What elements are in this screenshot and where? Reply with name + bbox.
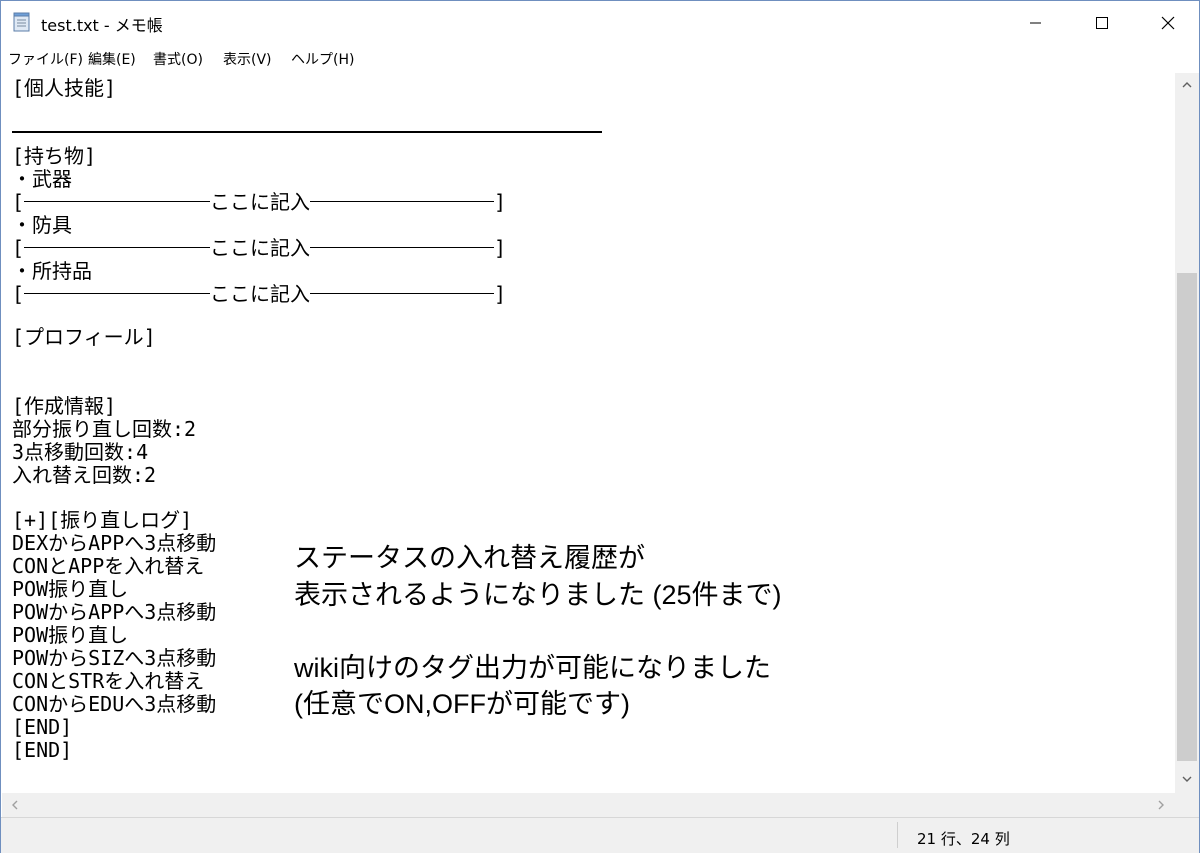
bracket-close: ] xyxy=(494,236,507,260)
dash-line xyxy=(24,201,211,202)
menu-help[interactable]: ヘルプ(H) xyxy=(291,49,354,69)
menu-format[interactable]: 書式(O) xyxy=(153,49,203,69)
window-title: test.txt - メモ帳 xyxy=(41,16,163,35)
text-line: DEXからAPPへ3点移動 xyxy=(12,531,217,555)
maximize-button[interactable] xyxy=(1069,1,1135,45)
text-line: POWからAPPへ3点移動 xyxy=(12,600,217,624)
status-divider xyxy=(897,822,898,848)
text-line-entry: [ ここに記入] xyxy=(12,283,506,306)
menu-bar: ファイル(F) 編集(E) 書式(O) 表示(V) ヘルプ(H) xyxy=(1,45,1199,71)
dash-line xyxy=(310,293,495,294)
menu-edit[interactable]: 編集(E) xyxy=(88,49,136,69)
vertical-scroll-thumb[interactable] xyxy=(1177,273,1197,761)
bracket-open: [ xyxy=(12,236,25,260)
text-line: ・武器 xyxy=(12,167,72,191)
text-line: [プロフィール] xyxy=(12,325,156,349)
annotation-text: 表示されるようになりました (25件まで) xyxy=(294,580,782,610)
text-line: [作成情報] xyxy=(12,394,117,418)
annotation-text: (任意でON,OFFが可能です) xyxy=(294,689,630,719)
notepad-window: test.txt - メモ帳 ファイル(F) 編集(E) 書式(O) 表示(V)… xyxy=(0,0,1200,853)
notepad-icon xyxy=(13,12,31,32)
cursor-position: 21 行、24 列 xyxy=(917,830,1010,848)
chevron-down-icon xyxy=(1182,776,1192,782)
text-line-entry: [ ここに記入] xyxy=(12,191,506,214)
text-line: [+][振り直しログ] xyxy=(12,508,193,532)
text-line: [個人技能] xyxy=(12,76,117,100)
scroll-up-button[interactable] xyxy=(1175,75,1199,95)
chevron-up-icon xyxy=(1182,82,1192,88)
status-bar: 21 行、24 列 xyxy=(1,817,1199,853)
separator-line xyxy=(12,131,602,133)
scroll-down-button[interactable] xyxy=(1175,769,1199,789)
text-line: POW振り直し xyxy=(12,577,129,601)
text-line-entry: [ ここに記入] xyxy=(12,237,506,260)
scrollbar-corner xyxy=(1175,793,1199,817)
text-line: CONとAPPを入れ替え xyxy=(12,554,205,578)
entry-placeholder: ここに記入 xyxy=(210,236,311,260)
bracket-open: [ xyxy=(12,282,25,306)
text-line: ・所持品 xyxy=(12,259,92,283)
dash-line xyxy=(310,247,495,248)
close-icon xyxy=(1161,16,1175,30)
entry-placeholder: ここに記入 xyxy=(210,190,311,214)
text-line: [END] xyxy=(12,715,73,739)
entry-placeholder: ここに記入 xyxy=(210,282,311,306)
dash-line xyxy=(310,201,495,202)
annotation-text: ステータスの入れ替え履歴が xyxy=(294,543,645,573)
minimize-icon xyxy=(1030,22,1041,24)
chevron-left-icon xyxy=(12,800,18,810)
dash-line xyxy=(24,293,211,294)
text-line: [END] xyxy=(12,738,73,762)
title-bar[interactable]: test.txt - メモ帳 xyxy=(1,1,1199,45)
text-line: 入れ替え回数:2 xyxy=(12,463,157,487)
scroll-right-button[interactable] xyxy=(1151,793,1171,817)
bracket-close: ] xyxy=(494,282,507,306)
text-editor[interactable]: [個人技能] [持ち物] ・武器 [ ここに記入] ・防具 [ ここに記入] ・所持… xyxy=(2,73,1174,793)
menu-file[interactable]: ファイル(F) xyxy=(8,49,83,69)
menu-view[interactable]: 表示(V) xyxy=(223,49,272,69)
text-line: POW振り直し xyxy=(12,623,129,647)
maximize-icon xyxy=(1096,17,1108,29)
text-line: 部分振り直し回数:2 xyxy=(12,417,197,441)
annotation-text: wiki向けのタグ出力が可能になりました xyxy=(294,653,771,683)
scroll-left-button[interactable] xyxy=(5,793,25,817)
text-line: CONとSTRを入れ替え xyxy=(12,669,205,693)
minimize-button[interactable] xyxy=(1003,1,1069,45)
text-line: [持ち物] xyxy=(12,144,97,168)
dash-line xyxy=(24,247,211,248)
text-line: 3点移動回数:4 xyxy=(12,440,149,464)
close-button[interactable] xyxy=(1135,1,1200,45)
text-line: POWからSIZへ3点移動 xyxy=(12,646,217,670)
text-line: ・防具 xyxy=(12,213,72,237)
horizontal-scrollbar[interactable] xyxy=(2,793,1175,817)
bracket-open: [ xyxy=(12,190,25,214)
bracket-close: ] xyxy=(494,190,507,214)
chevron-right-icon xyxy=(1158,800,1164,810)
text-line: CONからEDUへ3点移動 xyxy=(12,692,217,716)
